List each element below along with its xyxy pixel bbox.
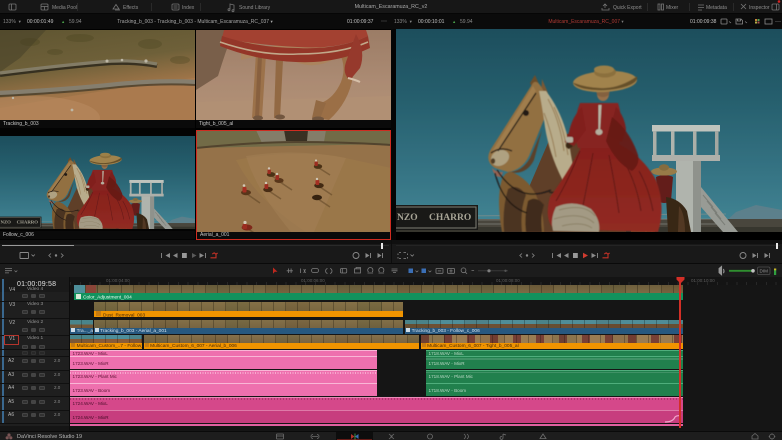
svg-text:⋯: ⋯ xyxy=(775,20,781,26)
svg-text:DIM: DIM xyxy=(760,269,769,274)
